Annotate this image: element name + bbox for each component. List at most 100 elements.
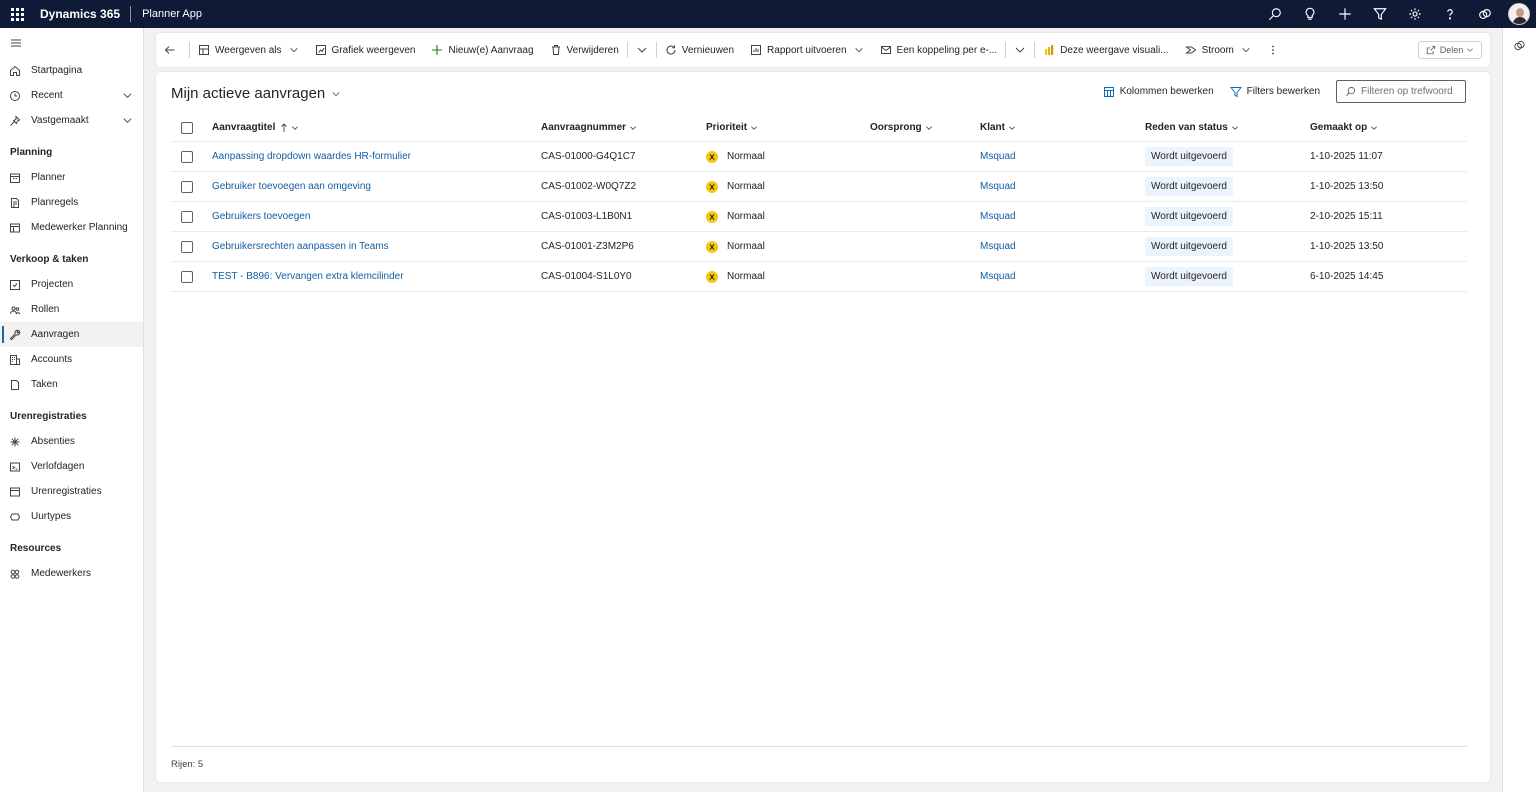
column-header-reden-van-status[interactable]: Reden van status [1145,114,1239,141]
column-header-aanvraagtitel[interactable]: Aanvraagtitel [212,114,299,141]
sidebar-item-vastgemaakt[interactable]: Vastgemaakt [0,108,143,133]
request-number: CAS-01000-G4Q1C7 [541,151,636,162]
customer-link[interactable]: Msquad [980,232,1016,261]
request-number: CAS-01003-L1B0N1 [541,211,633,222]
plus-icon[interactable] [1327,0,1362,28]
help-icon[interactable] [1432,0,1467,28]
app-launcher-icon[interactable] [0,0,34,28]
table-row[interactable]: Gebruikers toevoegen CAS-01003-L1B0N1 No… [171,202,1467,232]
row-checkbox[interactable] [181,270,193,283]
column-header-klant[interactable]: Klant [980,114,1016,141]
delete-button[interactable]: Verwijderen [542,33,627,67]
refresh-button[interactable]: Vernieuwen [657,33,742,67]
sidebar-item-taken[interactable]: Taken [0,372,143,397]
task-icon [9,379,21,391]
chevron-down-icon[interactable] [122,115,133,126]
column-header-oorsprong[interactable]: Oorsprong [870,114,933,141]
plus-icon [432,45,443,55]
customer-link[interactable]: Msquad [980,202,1016,231]
sidebar-item-label: Projecten [31,279,74,290]
flow-button[interactable]: Stroom [1177,33,1259,67]
row-checkbox[interactable] [181,150,193,163]
view-as-button[interactable]: Weergeven als [190,33,307,67]
refresh-icon [666,45,676,55]
chevron-down-icon [630,125,636,130]
customer-link[interactable]: Msquad [980,262,1016,291]
table-row[interactable]: TEST - B896: Vervangen extra klemcilinde… [171,262,1467,292]
chevron-down-icon [854,48,863,53]
columns-icon [1103,86,1114,97]
sidebar-item-rollen[interactable]: Rollen [0,297,143,322]
status-badge: Wordt uitgevoerd [1145,207,1233,226]
row-checkbox[interactable] [181,240,193,253]
avatar[interactable] [1508,3,1530,25]
request-number: CAS-01002-W0Q7Z2 [541,181,637,192]
row-checkbox[interactable] [181,180,193,193]
sidebar-item-recent[interactable]: Recent [0,83,143,108]
copilot-icon[interactable] [1467,0,1502,28]
new-request-button[interactable]: Nieuw(e) Aanvraag [423,33,541,67]
sidebar-item-planregels[interactable]: Planregels [0,190,143,215]
page-title: Mijn actieve aanvragen [171,85,326,102]
sidebar-item-accounts[interactable]: Accounts [0,347,143,372]
sidebar-item-label: Taken [31,379,58,390]
sidebar-item-absenties[interactable]: Absenties [0,429,143,454]
column-header-gemaakt-op[interactable]: Gemaakt op [1310,114,1378,141]
sidebar-item-verlofdagen[interactable]: Verlofdagen [0,454,143,479]
request-title-link[interactable]: Aanpassing dropdown waardes HR-formulier [212,142,411,171]
group-title-planning: Planning [10,147,53,158]
email-link-button[interactable]: Een koppeling per e-... [872,33,1006,67]
search-icon[interactable] [1257,0,1292,28]
more-delete-dropdown[interactable] [628,33,656,67]
sidebar-item-planner[interactable]: Planner [0,165,143,190]
visualize-view-button[interactable]: Deze weergave visuali... [1035,33,1176,67]
right-side-pane [1502,28,1536,792]
sidebar-item-medewerker-planning[interactable]: Medewerker Planning [0,215,143,240]
priority-cell: Normaal [706,232,765,261]
customer-link[interactable]: Msquad [980,142,1016,171]
building-icon [9,354,21,366]
hamburger-menu-icon[interactable] [0,28,143,58]
sidebar-item-aanvragen[interactable]: Aanvragen [0,322,143,347]
table-row[interactable]: Aanpassing dropdown waardes HR-formulier… [171,142,1467,172]
show-chart-button[interactable]: Grafiek weergeven [307,33,424,67]
edit-filters-button[interactable]: Filters bewerken [1229,86,1320,98]
brand-name[interactable]: Dynamics 365 [34,7,130,21]
lightbulb-icon[interactable] [1292,0,1327,28]
document-icon [9,197,21,209]
app-name[interactable]: Planner App [131,8,202,20]
back-button[interactable] [156,33,189,67]
filter-icon[interactable] [1362,0,1397,28]
copilot-icon[interactable] [1513,39,1526,52]
run-report-button[interactable]: Rapport uitvoeren [742,33,872,67]
request-title-link[interactable]: TEST - B896: Vervangen extra klemcilinde… [212,262,404,291]
sidebar-item-startpagina[interactable]: Startpagina [0,58,143,83]
column-header-prioriteit[interactable]: Prioriteit [706,114,758,141]
sidebar-item-urenregistraties[interactable]: Urenregistraties [0,479,143,504]
sidebar-item-uurtypes[interactable]: Uurtypes [0,504,143,529]
sort-ascending-icon [281,122,288,132]
share-icon [1426,45,1435,55]
customer-link[interactable]: Msquad [980,172,1016,201]
row-checkbox[interactable] [181,210,193,223]
more-email-dropdown[interactable] [1006,33,1034,67]
request-title-link[interactable]: Gebruiker toevoegen aan omgeving [212,172,371,201]
employees-icon [9,568,21,580]
request-title-link[interactable]: Gebruikers toevoegen [212,202,310,231]
sidebar-item-projecten[interactable]: Projecten [0,272,143,297]
edit-columns-button[interactable]: Kolommen bewerken [1103,86,1214,98]
wrench-icon [9,329,21,341]
view-selector[interactable]: Mijn actieve aanvragen [171,85,341,102]
email-icon [880,46,891,54]
table-row[interactable]: Gebruikersrechten aanpassen in Teams CAS… [171,232,1467,262]
table-row[interactable]: Gebruiker toevoegen aan omgeving CAS-010… [171,172,1467,202]
column-header-aanvraagnummer[interactable]: Aanvraagnummer [541,114,637,141]
more-commands-button[interactable] [1259,33,1292,67]
gear-icon[interactable] [1397,0,1432,28]
sidebar-item-medewerkers[interactable]: Medewerkers [0,561,143,586]
select-all-checkbox[interactable] [181,121,193,134]
request-title-link[interactable]: Gebruikersrechten aanpassen in Teams [212,232,389,261]
chevron-down-icon[interactable] [122,90,133,101]
keyword-filter-input[interactable]: Filteren op trefwoord [1336,80,1466,103]
share-button[interactable]: Delen [1418,41,1482,59]
